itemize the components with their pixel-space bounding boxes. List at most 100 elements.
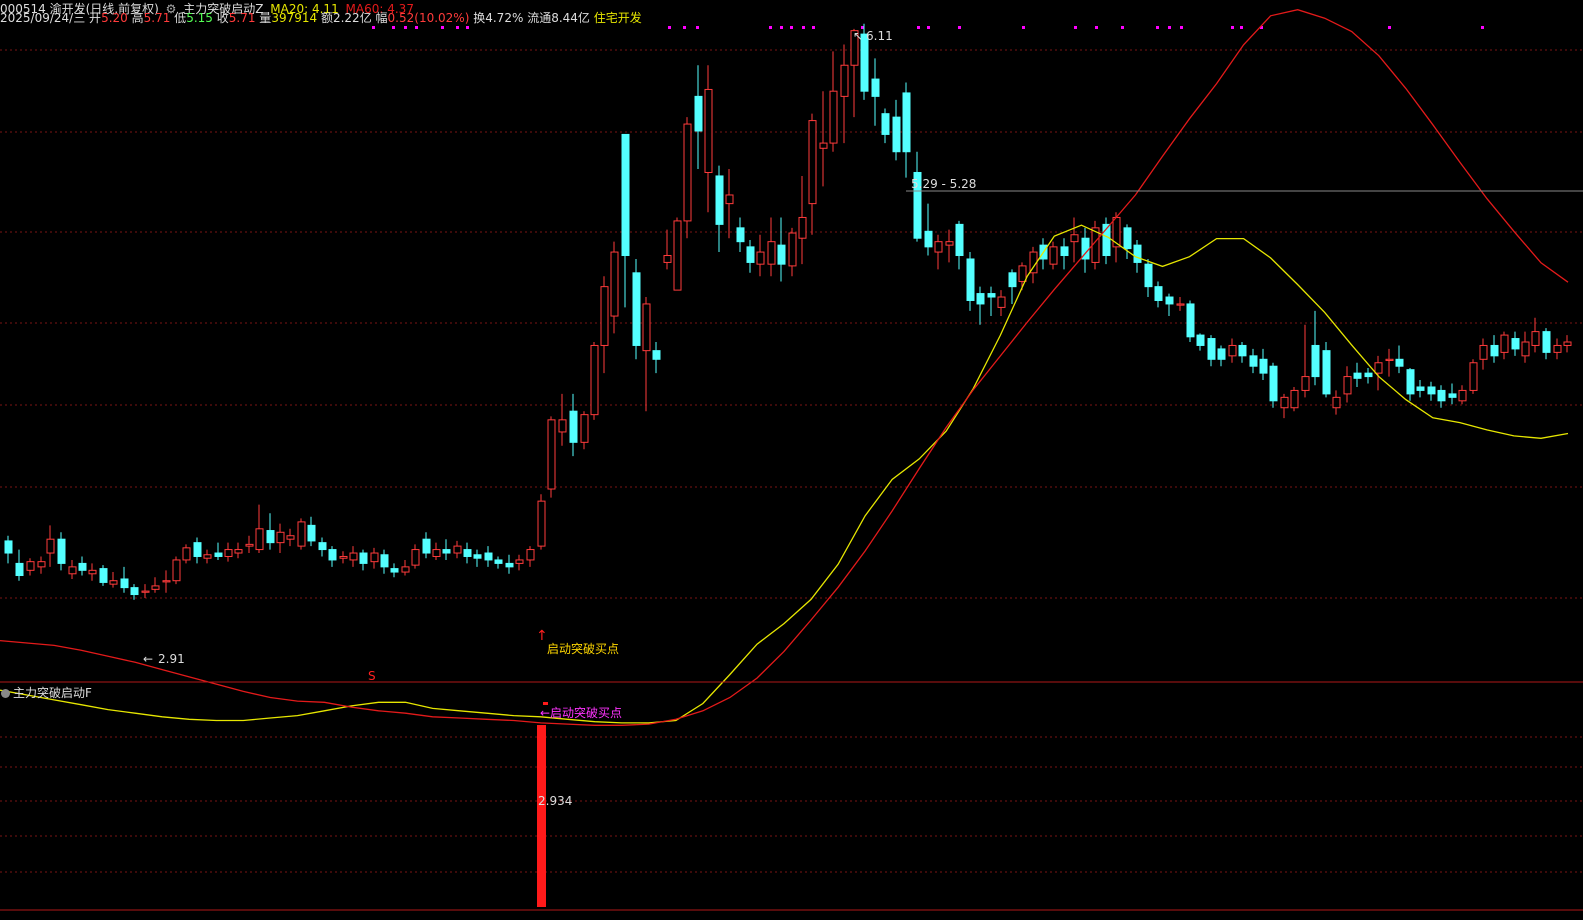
event-dot <box>1121 26 1124 29</box>
candle-down <box>4 540 13 554</box>
candle-up <box>1301 376 1310 391</box>
candle-up <box>1228 344 1237 357</box>
candle-up <box>234 549 243 554</box>
sub-panel-title[interactable]: 主力突破启动F <box>13 686 92 700</box>
event-dot <box>683 26 686 29</box>
event-dot <box>1231 26 1234 29</box>
candle-down <box>1186 303 1195 338</box>
candle-up <box>1531 331 1540 346</box>
candle-up <box>683 123 692 222</box>
candle-down <box>1249 355 1258 367</box>
candle-up <box>537 500 546 547</box>
candle-down <box>505 562 514 568</box>
candle-down <box>746 246 755 263</box>
candle-down <box>390 568 399 573</box>
candle-up <box>547 419 556 490</box>
candle-down <box>380 554 389 568</box>
candle-up <box>339 555 348 559</box>
candle-down <box>621 133 630 257</box>
event-dot <box>696 26 699 29</box>
event-dot <box>802 26 805 29</box>
candle-up <box>141 590 150 593</box>
candle-up <box>1070 234 1079 243</box>
candle-down <box>318 542 327 551</box>
candle-down <box>1542 331 1551 353</box>
candle-down <box>1217 348 1226 360</box>
candle-up <box>1176 303 1185 306</box>
candle-up <box>840 64 849 97</box>
candle-down <box>1008 272 1017 288</box>
candle-down <box>632 272 641 346</box>
candle-down <box>1427 386 1436 395</box>
candle-down <box>871 78 880 97</box>
candle-down <box>1238 344 1247 357</box>
candle-up <box>1374 362 1383 374</box>
candle-down <box>1196 334 1205 346</box>
candle-up <box>432 549 441 557</box>
candle-down <box>1123 227 1132 250</box>
event-dot <box>456 26 459 29</box>
high-price-label: 6.11 <box>866 29 893 43</box>
candle-up <box>798 216 807 239</box>
event-dot <box>1095 26 1098 29</box>
high-arrow-icon: ↖ <box>853 29 863 43</box>
candle-up <box>37 561 46 568</box>
candle-down <box>1060 246 1069 257</box>
event-dot <box>1180 26 1183 29</box>
event-dot <box>372 26 375 29</box>
ma60-line <box>0 9 1569 726</box>
candle-up <box>255 528 264 551</box>
candle-up <box>453 545 462 554</box>
event-dot <box>1388 26 1391 29</box>
candle-up <box>109 580 118 585</box>
candle-down <box>1133 244 1142 263</box>
kline-chart[interactable]: 5.29 - 5.28 6.11 2.91 ↖ ← ↑ 启动突破买点 S 2.9… <box>0 0 1583 920</box>
event-dot <box>1240 26 1243 29</box>
candle-up <box>245 543 254 547</box>
candle-down <box>99 568 108 583</box>
candle-down <box>422 538 431 554</box>
s-marker: S <box>368 669 376 683</box>
candle-down <box>15 562 24 577</box>
candle-up <box>172 559 181 582</box>
candle-up <box>756 251 765 265</box>
candle-down <box>1416 386 1425 391</box>
low-arrow-icon: ← <box>143 652 153 666</box>
candle-up <box>1469 362 1478 391</box>
candle-up <box>704 88 713 173</box>
candle-up <box>788 232 797 267</box>
event-dot <box>1022 26 1025 29</box>
candle-up <box>401 566 410 573</box>
sub-indicator-gear-icon[interactable] <box>1 689 10 698</box>
event-dot <box>1168 26 1171 29</box>
candle-up <box>934 241 943 253</box>
sub-signal-label: ←启动突破买点 <box>540 705 622 720</box>
candle-up <box>1563 341 1572 346</box>
candle-down <box>78 562 87 571</box>
event-dot <box>927 26 930 29</box>
candle-up <box>997 296 1006 308</box>
candle-up <box>819 142 828 149</box>
sub-grid-lines <box>0 736 1583 873</box>
candle-down <box>1490 344 1499 357</box>
candle-down <box>130 587 139 596</box>
candle-up <box>276 531 285 544</box>
candle-down <box>1353 372 1362 379</box>
event-dot <box>1156 26 1159 29</box>
sub-panel-header: 主力突破启动F <box>0 684 92 701</box>
event-dot <box>769 26 772 29</box>
candle-up <box>162 580 171 583</box>
candle-down <box>736 227 745 243</box>
candle-down <box>266 530 275 544</box>
candle-up <box>610 251 619 317</box>
candle-down <box>881 113 890 135</box>
candle-down <box>1437 389 1446 402</box>
event-dot <box>790 26 793 29</box>
signal-value-label: 2.934 <box>538 794 572 808</box>
event-dot <box>668 26 671 29</box>
candle-down <box>1154 286 1163 301</box>
candle-up <box>1343 376 1352 395</box>
candle-up <box>725 194 734 205</box>
candle-down <box>715 175 724 225</box>
candle-up <box>68 566 77 575</box>
